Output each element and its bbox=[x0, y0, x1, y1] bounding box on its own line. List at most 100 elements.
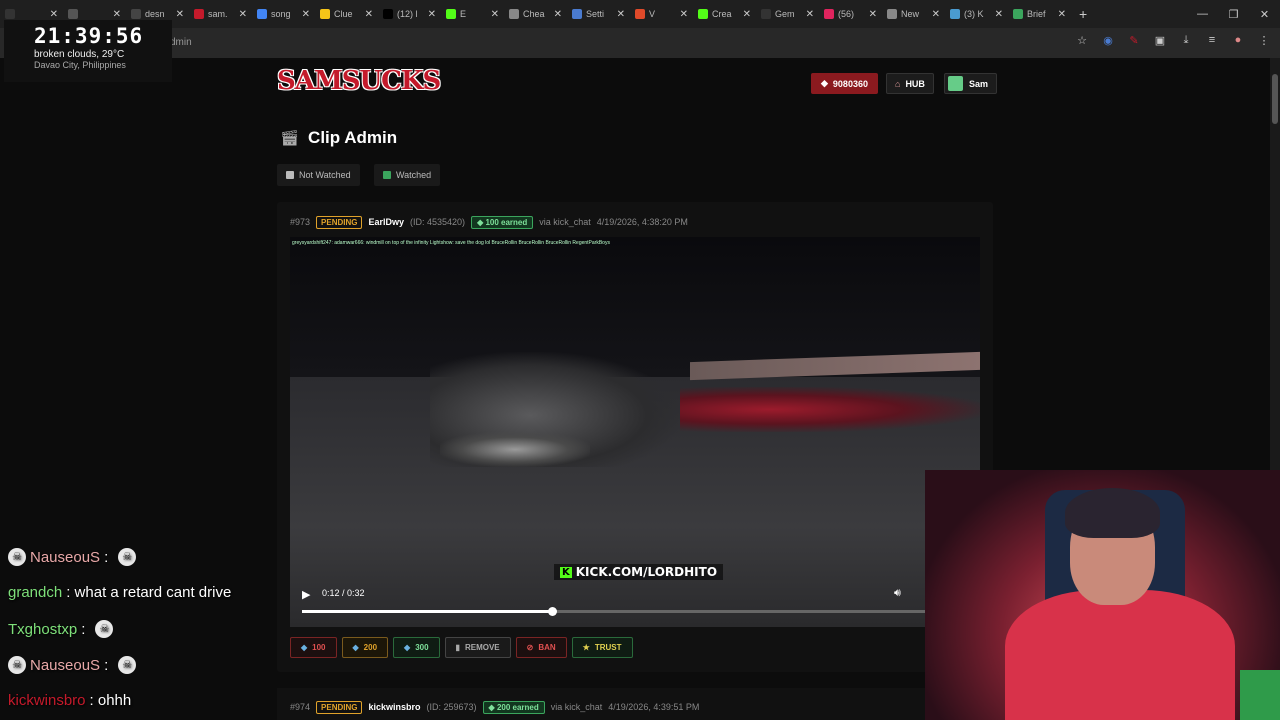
address-bar[interactable]: dmin ☆ ◉ ✎ ▣ ⤓ ≡ ● ⋮ bbox=[0, 28, 1280, 58]
new-tab-button[interactable]: + bbox=[1071, 6, 1095, 22]
restore-icon[interactable]: ❐ bbox=[1218, 8, 1249, 21]
filter-not-watched[interactable]: Not Watched bbox=[277, 164, 360, 186]
user-menu-button[interactable]: Sam bbox=[944, 73, 998, 94]
tab-close-icon[interactable]: ✕ bbox=[995, 9, 1003, 20]
browser-tab[interactable]: Crea ✕ bbox=[693, 0, 756, 28]
award-200-button[interactable]: ◆ 200 bbox=[341, 637, 389, 658]
not-watched-square-icon bbox=[286, 171, 294, 179]
watermark-text: KICK.COM/LORDHITO bbox=[575, 565, 718, 579]
clip-source: via kick_chat bbox=[539, 217, 591, 227]
browser-tab[interactable]: Chea ✕ bbox=[504, 0, 567, 28]
video-player[interactable]: greysyardshift247: adamwar666: windmill … bbox=[290, 237, 980, 627]
tab-label: song bbox=[271, 9, 291, 19]
volume-icon[interactable]: 🔊︎ bbox=[894, 587, 901, 600]
tab-close-icon[interactable]: ✕ bbox=[50, 9, 58, 20]
tab-close-icon[interactable]: ✕ bbox=[806, 9, 814, 20]
tab-close-icon[interactable]: ✕ bbox=[239, 9, 247, 20]
filter-watched[interactable]: Watched bbox=[374, 164, 441, 186]
tab-close-icon[interactable]: ✕ bbox=[491, 9, 499, 20]
progress-knob[interactable] bbox=[547, 607, 557, 616]
extension-icon[interactable]: ◉ bbox=[1102, 34, 1114, 47]
tab-close-icon[interactable]: ✕ bbox=[617, 9, 625, 20]
tab-close-icon[interactable]: ✕ bbox=[932, 9, 940, 20]
browser-tab[interactable]: E ✕ bbox=[441, 0, 504, 28]
page-title: 🎬︎ Clip Admin bbox=[280, 128, 397, 148]
tab-favicon-icon bbox=[824, 9, 834, 19]
page-title-text: Clip Admin bbox=[308, 128, 398, 147]
site-logo[interactable]: SAMSUCKS bbox=[277, 66, 441, 96]
tab-favicon-icon bbox=[509, 9, 519, 19]
browser-tab[interactable]: (12) l ✕ bbox=[378, 0, 441, 28]
tab-favicon-icon bbox=[194, 9, 204, 19]
kick-logo-icon: K bbox=[560, 566, 572, 578]
chat-username: NauseouS bbox=[30, 548, 101, 566]
earned-text: 200 earned bbox=[496, 702, 539, 712]
puzzle-icon[interactable]: ▣ bbox=[1154, 34, 1166, 47]
close-window-icon[interactable]: ✕ bbox=[1249, 8, 1280, 21]
tab-close-icon[interactable]: ✕ bbox=[1058, 9, 1066, 20]
award-100-button[interactable]: ◆ 100 bbox=[290, 637, 337, 658]
url-text[interactable]: dmin bbox=[170, 37, 192, 48]
clock-location: Davao City, Philippines bbox=[34, 60, 126, 70]
points-button[interactable]: ◆ 9080360 bbox=[811, 73, 878, 94]
browser-tab[interactable]: (3) K ✕ bbox=[945, 0, 1008, 28]
stream-chat-overlay: ☠ NauseouS: ☠ grandch: what a retard cant d… bbox=[0, 540, 290, 720]
clip-source: via kick_chat bbox=[550, 702, 603, 712]
clip-meta: #974 PENDING kickwinsbro (ID: 259673) ◆ … bbox=[290, 700, 699, 714]
tab-close-icon[interactable]: ✕ bbox=[680, 9, 688, 20]
clock-weather: broken clouds, 29°C bbox=[34, 49, 125, 60]
remove-button[interactable]: ▮ REMOVE bbox=[444, 637, 511, 658]
browser-tab[interactable]: Clue ✕ bbox=[315, 0, 378, 28]
clip-number: #973 bbox=[290, 217, 311, 227]
tab-close-icon[interactable]: ✕ bbox=[869, 9, 877, 20]
ban-label: BAN bbox=[538, 643, 556, 652]
play-icon[interactable]: ▶ bbox=[302, 588, 310, 601]
bookmark-star-icon[interactable]: ☆ bbox=[1076, 34, 1088, 47]
trust-label: TRUST bbox=[594, 643, 622, 652]
browser-tab[interactable]: New ✕ bbox=[882, 0, 945, 28]
tab-close-icon[interactable]: ✕ bbox=[554, 9, 562, 20]
tab-close-icon[interactable]: ✕ bbox=[365, 9, 373, 20]
earned-badge: ◆ 100 earned bbox=[471, 215, 534, 229]
tab-close-icon[interactable]: ✕ bbox=[743, 9, 751, 20]
tab-favicon-icon bbox=[257, 9, 267, 19]
browser-tab[interactable]: Setti ✕ bbox=[567, 0, 630, 28]
clip-username[interactable]: EarlDwy bbox=[368, 217, 404, 227]
tab-close-icon[interactable]: ✕ bbox=[176, 9, 184, 20]
browser-tab[interactable]: V ✕ bbox=[630, 0, 693, 28]
media-icon[interactable]: ≡ bbox=[1206, 34, 1218, 47]
ban-button[interactable]: ⊘ BAN bbox=[515, 637, 567, 658]
progress-fill bbox=[302, 610, 552, 613]
browser-tab[interactable]: Brief ✕ bbox=[1008, 0, 1071, 28]
browser-tab[interactable]: Gem ✕ bbox=[756, 0, 819, 28]
clip-username[interactable]: kickwinsbro bbox=[368, 702, 420, 712]
tab-close-icon[interactable]: ✕ bbox=[428, 9, 436, 20]
scroll-thumb[interactable] bbox=[1272, 74, 1278, 124]
tab-favicon-icon bbox=[68, 9, 78, 19]
browser-tab[interactable]: (56) ✕ bbox=[819, 0, 882, 28]
gem-icon: ◆ bbox=[488, 702, 495, 712]
tab-label: Brief bbox=[1027, 9, 1046, 19]
video-chat-strip: greysyardshift247: adamwar666: windmill … bbox=[292, 240, 610, 246]
browser-tab[interactable]: sam. ✕ bbox=[189, 0, 252, 28]
minimize-icon[interactable]: — bbox=[1187, 8, 1218, 20]
profile-icon[interactable]: ● bbox=[1232, 34, 1244, 47]
tab-close-icon[interactable]: ✕ bbox=[302, 9, 310, 20]
download-icon[interactable]: ⤓ bbox=[1180, 34, 1192, 47]
browser-tab[interactable]: song ✕ bbox=[252, 0, 315, 28]
clapperboard-icon: 🎬︎ bbox=[280, 130, 300, 147]
extension-red-icon[interactable]: ✎ bbox=[1128, 34, 1140, 47]
gem-icon: ◆ bbox=[404, 643, 411, 652]
hub-button[interactable]: ⌂ HUB bbox=[886, 73, 934, 94]
tab-favicon-icon bbox=[887, 9, 897, 19]
chat-text: : bbox=[104, 656, 109, 674]
chat-username: NauseouS bbox=[30, 656, 101, 674]
video-progress-bar[interactable] bbox=[302, 607, 968, 616]
clip-user-id: (ID: 4535420) bbox=[410, 217, 466, 227]
award-300-button[interactable]: ◆ 300 bbox=[393, 637, 440, 658]
skull-emote-icon: ☠ bbox=[8, 548, 26, 566]
trust-button[interactable]: ★ TRUST bbox=[571, 637, 633, 658]
menu-icon[interactable]: ⋮ bbox=[1258, 34, 1270, 47]
tab-favicon-icon bbox=[698, 9, 708, 19]
tab-close-icon[interactable]: ✕ bbox=[113, 9, 121, 20]
